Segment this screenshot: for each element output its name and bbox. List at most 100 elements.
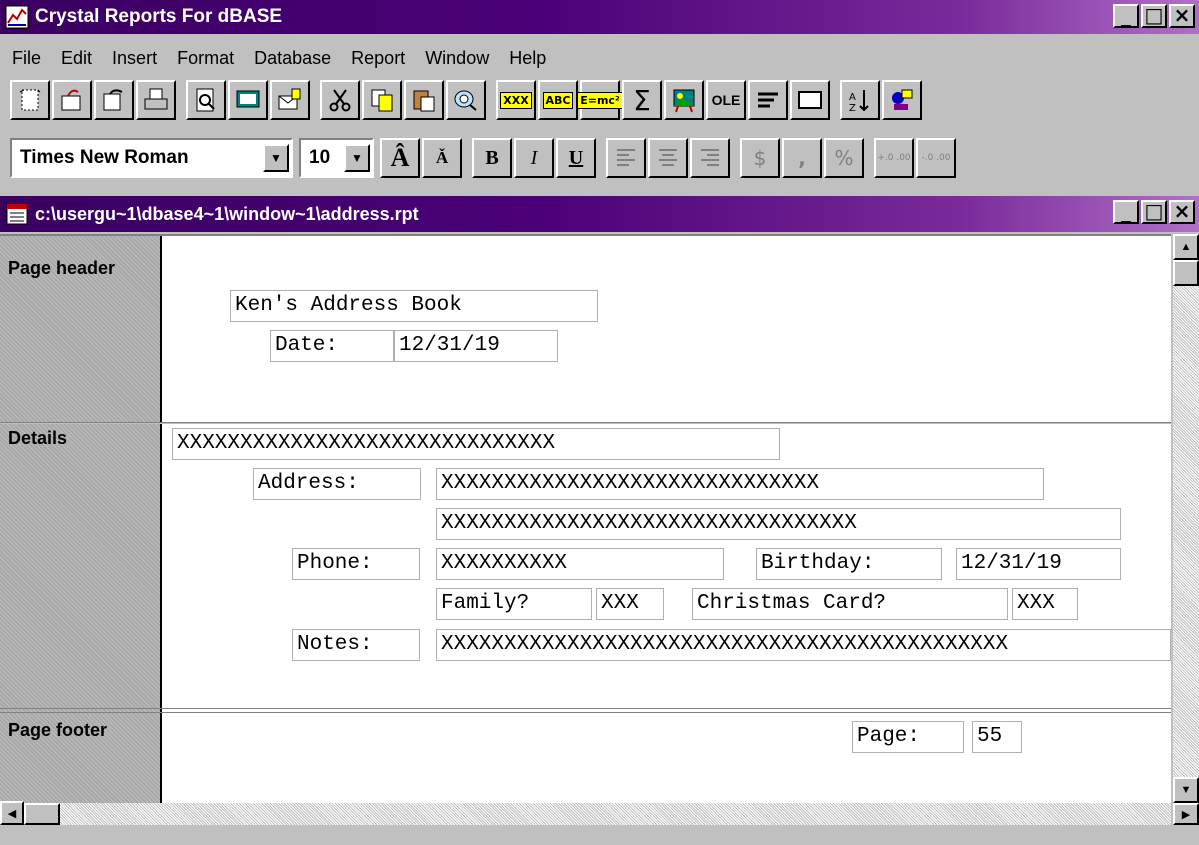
select-expert-icon bbox=[892, 89, 913, 110]
address1-field[interactable]: XXXXXXXXXXXXXXXXXXXXXXXXXXXXXX bbox=[436, 468, 1044, 500]
crystal-reports-app-icon[interactable] bbox=[5, 5, 29, 29]
horizontal-scroll-thumb[interactable] bbox=[24, 803, 60, 825]
menu-report[interactable]: Report bbox=[341, 48, 415, 69]
menu-database[interactable]: Database bbox=[244, 48, 341, 69]
birthday-value-field[interactable]: 12/31/19 bbox=[956, 548, 1121, 580]
new-report-button[interactable] bbox=[10, 80, 50, 120]
maximize-button[interactable]: □ bbox=[1141, 4, 1167, 28]
increase-font-size-button[interactable]: Â bbox=[380, 138, 420, 178]
page-number-field[interactable]: 55 bbox=[972, 721, 1022, 753]
report-design-area[interactable]: Page header Details Page footer Ken's Ad… bbox=[0, 234, 1171, 825]
align-left-button[interactable] bbox=[606, 138, 646, 178]
copy-button[interactable] bbox=[362, 80, 402, 120]
birthday-label[interactable]: Birthday: bbox=[756, 548, 942, 580]
page-label[interactable]: Page: bbox=[852, 721, 964, 753]
insert-line-button[interactable] bbox=[748, 80, 788, 120]
comma-button[interactable]: , bbox=[782, 138, 822, 178]
insert-summary-button[interactable]: Σ bbox=[622, 80, 662, 120]
report-close-button[interactable]: × bbox=[1169, 200, 1195, 224]
report-title-field[interactable]: Ken's Address Book bbox=[230, 290, 598, 322]
report-document-icon[interactable] bbox=[5, 202, 29, 226]
bold-button[interactable]: B bbox=[472, 138, 512, 178]
box-icon bbox=[798, 91, 822, 109]
cut-button[interactable] bbox=[320, 80, 360, 120]
save-button[interactable] bbox=[94, 80, 134, 120]
export-button[interactable] bbox=[270, 80, 310, 120]
scroll-up-icon[interactable]: ▲ bbox=[1173, 234, 1199, 260]
phone-value-field[interactable]: XXXXXXXXXX bbox=[436, 548, 724, 580]
print-preview-button[interactable] bbox=[186, 80, 226, 120]
phone-label[interactable]: Phone: bbox=[292, 548, 420, 580]
select-expert-button[interactable] bbox=[882, 80, 922, 120]
scroll-down-icon[interactable]: ▼ bbox=[1173, 777, 1199, 803]
text-field-icon: ABC bbox=[542, 91, 574, 109]
font-name-dropdown-icon[interactable]: ▼ bbox=[263, 144, 289, 172]
database-field-icon: XXX bbox=[500, 91, 532, 109]
insert-database-field-button[interactable]: XXX bbox=[496, 80, 536, 120]
menu-insert[interactable]: Insert bbox=[102, 48, 167, 69]
insert-box-button[interactable] bbox=[790, 80, 830, 120]
section-page-header[interactable]: Page header bbox=[8, 258, 115, 279]
name-field[interactable]: XXXXXXXXXXXXXXXXXXXXXXXXXXXXXX bbox=[172, 428, 780, 460]
christmas-card-value-field[interactable]: XXX bbox=[1012, 588, 1078, 620]
menu-file[interactable]: File bbox=[0, 48, 51, 69]
print-button[interactable] bbox=[136, 80, 176, 120]
paste-button[interactable] bbox=[404, 80, 444, 120]
font-size-combo[interactable]: 10 ▼ bbox=[299, 138, 374, 178]
menu-edit[interactable]: Edit bbox=[51, 48, 102, 69]
insert-formula-button[interactable]: E=mc² bbox=[577, 80, 623, 120]
add-decimal-button[interactable]: +.0 .00 bbox=[874, 138, 914, 178]
increase-font-icon: Â bbox=[390, 143, 410, 172]
decrease-font-size-button[interactable]: Ǎ bbox=[422, 138, 462, 178]
address2-field[interactable]: XXXXXXXXXXXXXXXXXXXXXXXXXXXXXXXXX bbox=[436, 508, 1121, 540]
report-window-title-bar[interactable]: c:\usergu~1\dbase4~1\window~1\address.rp… bbox=[0, 196, 1199, 232]
menu-window[interactable]: Window bbox=[415, 48, 499, 69]
export-envelope-icon bbox=[278, 88, 301, 110]
section-page-footer[interactable]: Page footer bbox=[8, 720, 107, 741]
align-center-button[interactable] bbox=[648, 138, 688, 178]
font-size-dropdown-icon[interactable]: ▼ bbox=[344, 144, 370, 172]
insert-graphic-button[interactable] bbox=[664, 80, 704, 120]
scroll-left-icon[interactable]: ◀ bbox=[0, 801, 24, 825]
currency-button[interactable]: $ bbox=[740, 138, 780, 178]
vertical-scroll-thumb[interactable] bbox=[1173, 260, 1199, 286]
font-name-combo[interactable]: Times New Roman ▼ bbox=[10, 138, 293, 178]
underline-button[interactable]: U bbox=[556, 138, 596, 178]
open-button[interactable] bbox=[52, 80, 92, 120]
date-value-field[interactable]: 12/31/19 bbox=[394, 330, 558, 362]
menu-format[interactable]: Format bbox=[167, 48, 244, 69]
menu-bar: File Edit Insert Format Database Report … bbox=[0, 42, 1199, 74]
report-maximize-button[interactable]: □ bbox=[1141, 200, 1167, 224]
save-icon bbox=[103, 89, 123, 111]
standard-toolbar: XXX ABC E=mc² Σ OLE AZ bbox=[10, 80, 924, 120]
sort-order-button[interactable]: AZ bbox=[840, 80, 880, 120]
vertical-scrollbar[interactable]: ▲ ▼ ▶ bbox=[1173, 234, 1199, 825]
section-details[interactable]: Details bbox=[8, 428, 67, 449]
address-label[interactable]: Address: bbox=[253, 468, 421, 500]
browse-field-data-button[interactable] bbox=[446, 80, 486, 120]
minimize-button[interactable]: _ bbox=[1113, 4, 1139, 28]
browse-data-icon bbox=[454, 90, 477, 111]
percent-button[interactable]: % bbox=[824, 138, 864, 178]
insert-ole-button[interactable]: OLE bbox=[706, 80, 746, 120]
remove-decimal-button[interactable]: -.0 .00 bbox=[916, 138, 956, 178]
print-to-window-button[interactable] bbox=[228, 80, 268, 120]
app-title: Crystal Reports For dBASE bbox=[35, 6, 283, 27]
insert-text-field-button[interactable]: ABC bbox=[538, 80, 578, 120]
app-title-bar[interactable]: Crystal Reports For dBASE _ □ × bbox=[0, 0, 1199, 34]
date-label[interactable]: Date: bbox=[270, 330, 394, 362]
notes-value-field[interactable]: XXXXXXXXXXXXXXXXXXXXXXXXXXXXXXXXXXXXXXXX… bbox=[436, 629, 1171, 661]
scissors-icon bbox=[329, 89, 351, 112]
italic-button[interactable]: I bbox=[514, 138, 554, 178]
report-minimize-button[interactable]: _ bbox=[1113, 200, 1139, 224]
format-toolbar: Times New Roman ▼ 10 ▼ Â Ǎ B I U $ , % bbox=[10, 138, 958, 178]
family-value-field[interactable]: XXX bbox=[596, 588, 664, 620]
close-button[interactable]: × bbox=[1169, 4, 1195, 28]
christmas-card-label[interactable]: Christmas Card? bbox=[692, 588, 1008, 620]
menu-help[interactable]: Help bbox=[499, 48, 556, 69]
scroll-right-icon[interactable]: ▶ bbox=[1173, 803, 1199, 825]
align-right-button[interactable] bbox=[690, 138, 730, 178]
horizontal-scrollbar[interactable]: ◀ bbox=[0, 801, 1171, 825]
family-label[interactable]: Family? bbox=[436, 588, 592, 620]
notes-label[interactable]: Notes: bbox=[292, 629, 420, 661]
